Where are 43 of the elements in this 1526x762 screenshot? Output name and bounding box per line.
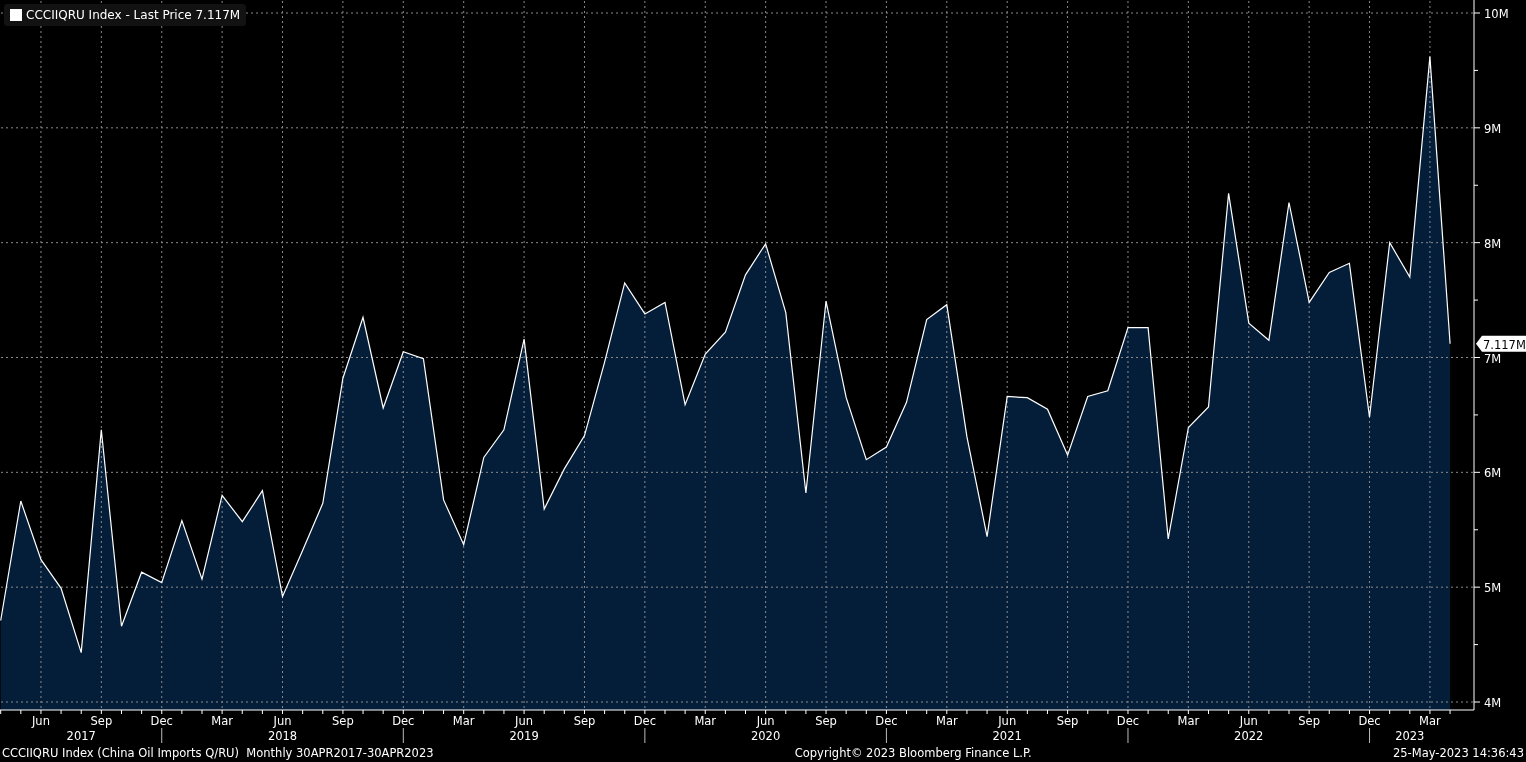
year-label: 2022 <box>1234 729 1264 743</box>
year-label: 2017 <box>66 729 96 743</box>
x-axis-label: Dec <box>1116 714 1140 728</box>
x-axis-label: Mar <box>1177 714 1200 728</box>
y-axis-label: 8M <box>1484 236 1502 251</box>
timestamp: 25-May-2023 14:36:43 <box>1392 746 1524 760</box>
x-axis-label: Dec <box>392 714 415 728</box>
x-axis-label: Sep <box>1298 714 1320 728</box>
x-axis-label: Sep <box>332 714 354 728</box>
x-axis-label: Sep <box>573 714 596 728</box>
y-axis-label: 4M <box>1484 696 1502 710</box>
y-axis-label: 7M <box>1484 351 1502 366</box>
x-axis-label: Jun <box>273 714 292 728</box>
x-axis-label: Mar <box>211 714 233 728</box>
y-axis-label: 10M <box>1484 7 1509 21</box>
x-axis-label: Jun <box>1239 714 1258 728</box>
x-axis-label: Mar <box>452 714 475 728</box>
year-label: 2019 <box>509 729 539 743</box>
x-axis-label: Jun <box>515 714 534 728</box>
y-axis-label: 6M <box>1484 466 1502 481</box>
year-label: 2021 <box>992 729 1022 743</box>
chart-description: CCCIIQRU Index (China Oil Imports Q/RU) Monthly 30APR2017-30APR2023 <box>2 746 434 760</box>
x-axis-label: Sep <box>90 714 113 728</box>
x-axis-label: Dec <box>150 714 173 728</box>
y-axis-label: 5M <box>1484 581 1502 596</box>
y-axis-label: 9M <box>1484 121 1502 136</box>
x-axis-label: Jun <box>998 714 1017 728</box>
copyright-text: Copyright© 2023 Bloomberg Finance L.P. <box>794 746 1032 760</box>
x-axis-label: Jun <box>756 714 775 728</box>
x-axis-label: Sep <box>1056 714 1079 728</box>
x-axis-label: Mar <box>1419 714 1441 728</box>
x-axis-label: Dec <box>633 714 656 728</box>
x-axis-label: Dec <box>1358 714 1381 728</box>
legend-label: CCCIIQRU Index - Last Price 7.117M <box>26 8 241 22</box>
x-axis-label: Sep <box>815 714 837 728</box>
x-axis-label: Mar <box>694 714 717 728</box>
x-axis-label: Dec <box>875 714 898 728</box>
year-label: 2023 <box>1395 729 1425 743</box>
year-label: 2020 <box>751 729 781 743</box>
year-label: 2018 <box>267 729 298 743</box>
last-price-marker: 7.117M <box>1476 335 1526 352</box>
x-axis-label: Mar <box>935 714 958 728</box>
x-axis-label: Jun <box>32 714 50 728</box>
